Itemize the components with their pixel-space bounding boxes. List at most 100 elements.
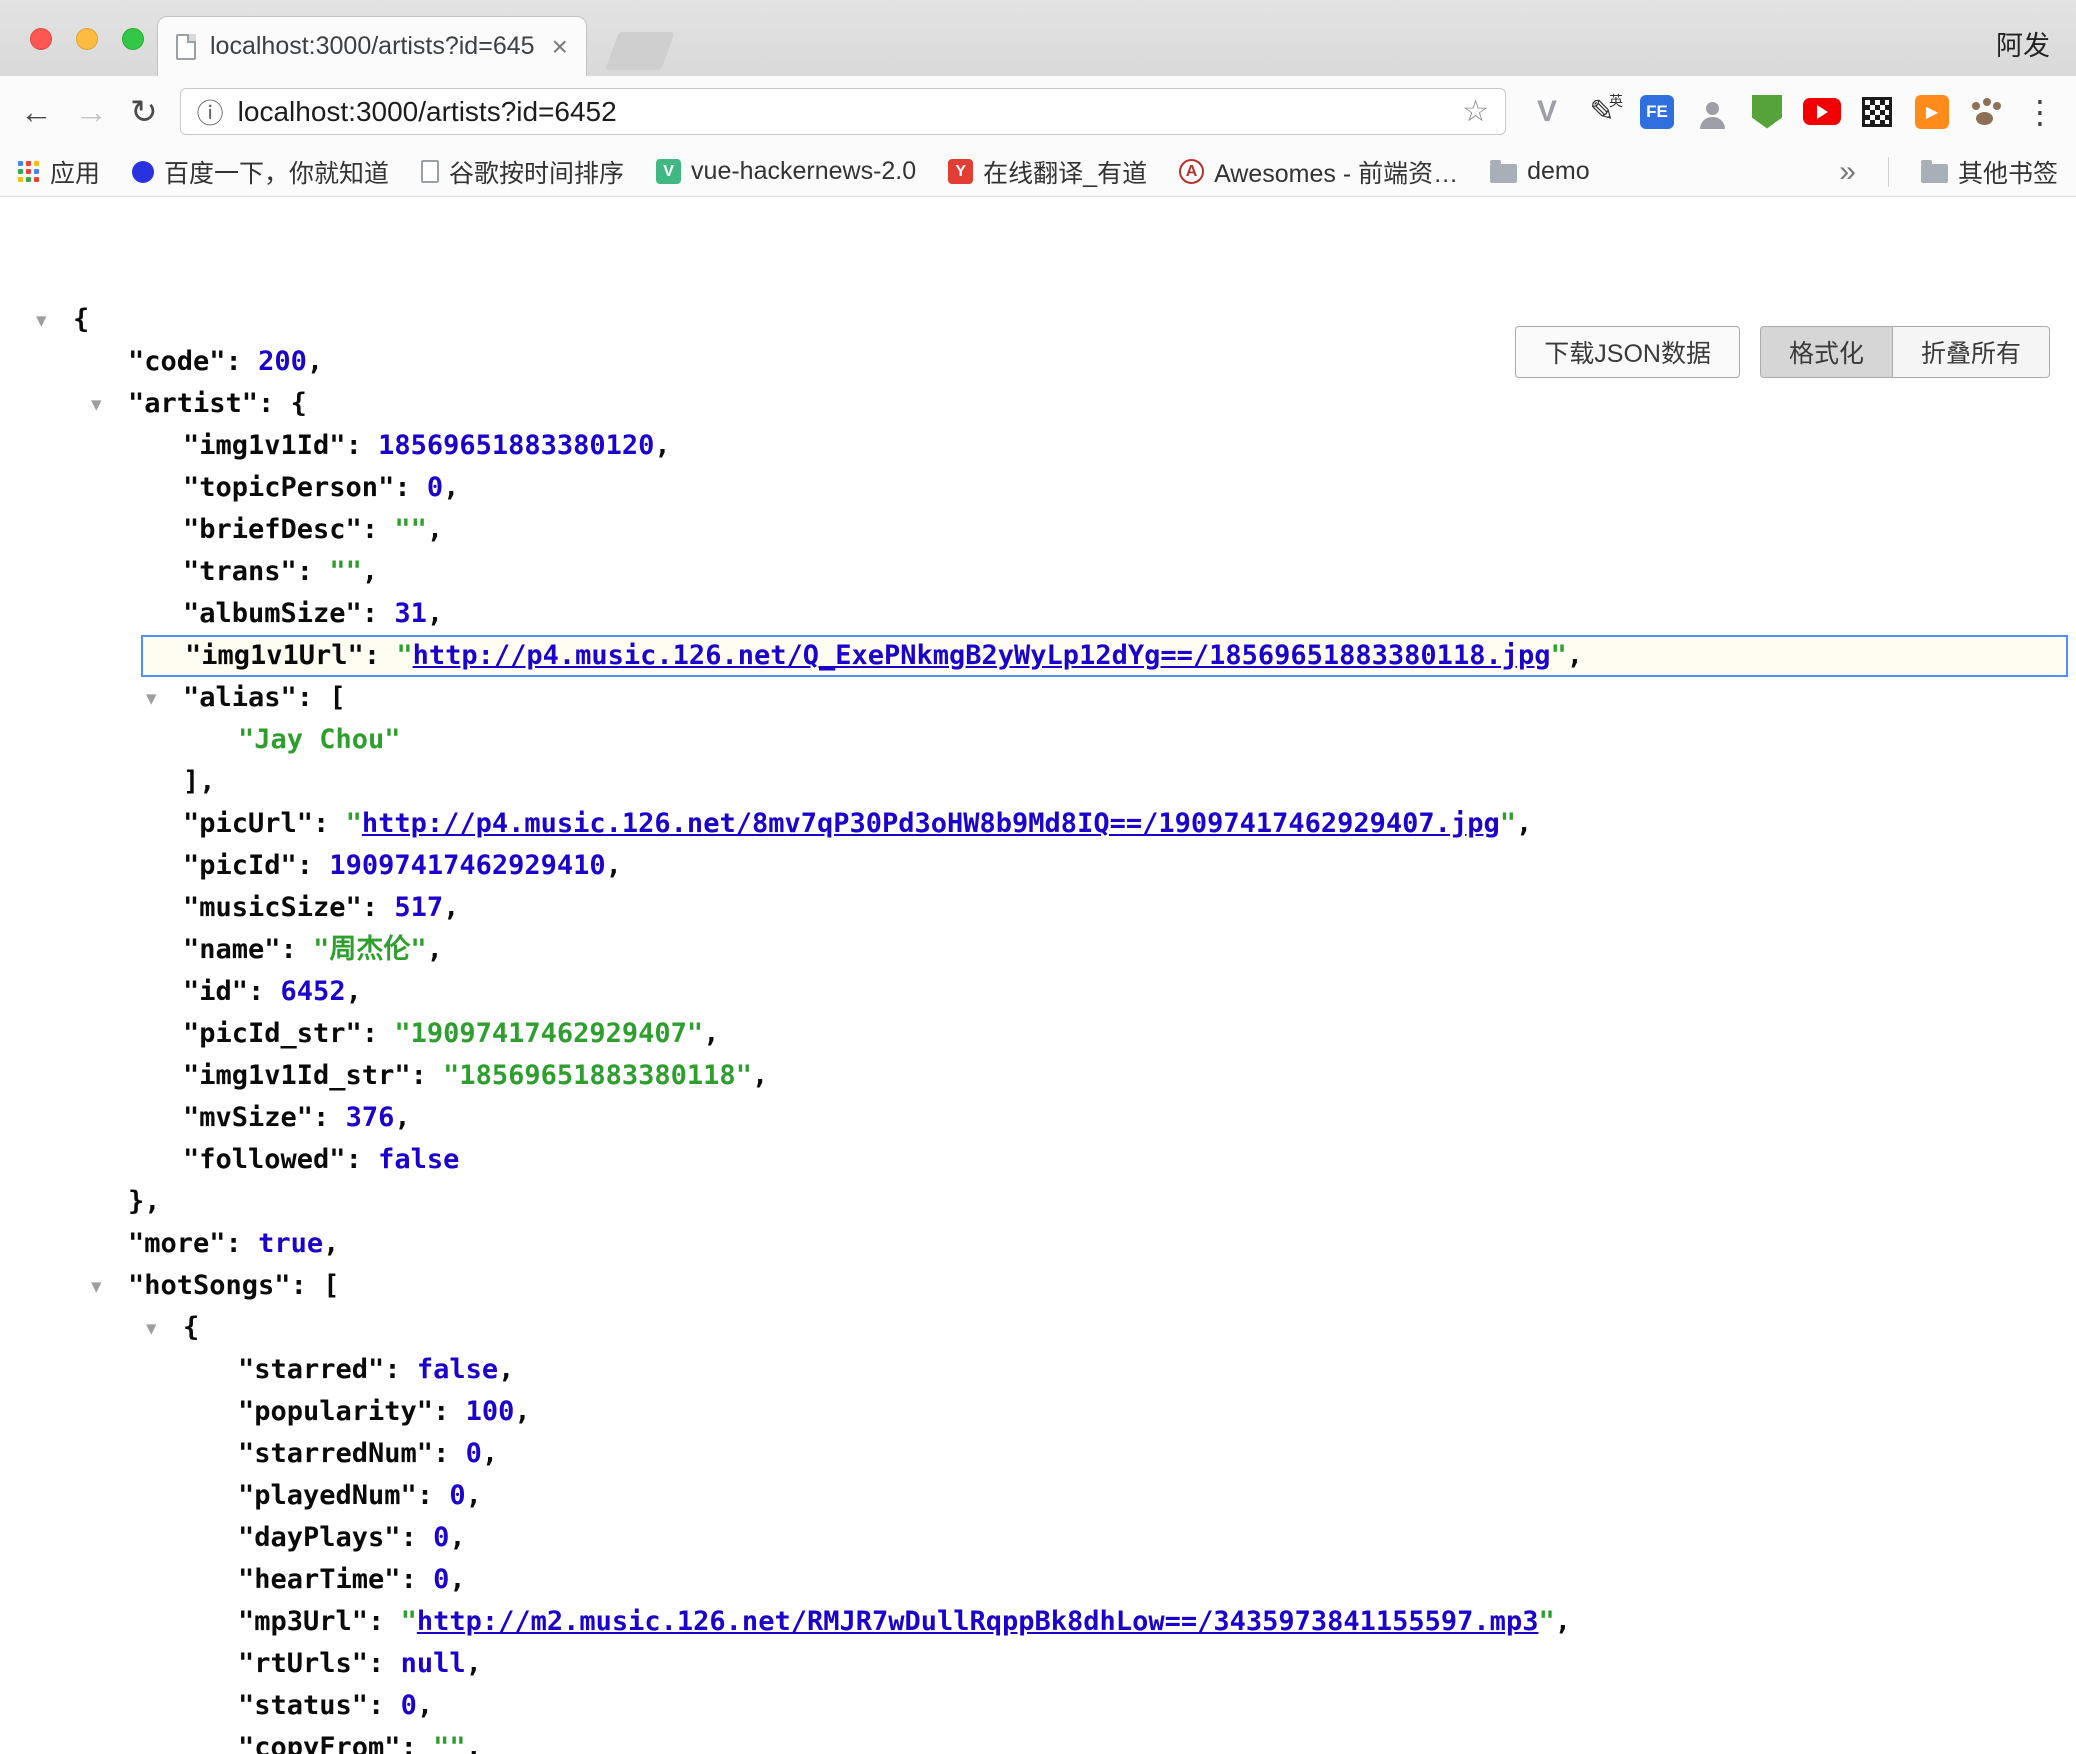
json-url-link[interactable]: http://p4.music.126.net/Q_ExePNkmgB2yWyL… xyxy=(413,640,1551,671)
vimium-extension-icon[interactable]: V xyxy=(1528,93,1566,131)
collapse-arrow-icon[interactable]: ▾ xyxy=(91,1265,102,1307)
bookmark-apps[interactable]: 应用 xyxy=(18,154,100,190)
json-punct: : xyxy=(297,850,330,881)
paw-extension-icon[interactable] xyxy=(1968,95,2002,129)
json-punct: : xyxy=(364,640,397,671)
json-line: "picId": 19097417462929410, xyxy=(0,845,2076,887)
json-number: 19097417462929410 xyxy=(329,850,605,881)
browser-tab[interactable]: localhost:3000/artists?id=645 × xyxy=(157,16,587,76)
apps-grid-icon xyxy=(18,161,40,183)
json-number: 6452 xyxy=(281,976,346,1007)
json-number: 0 xyxy=(433,1522,449,1553)
json-punct: , xyxy=(427,598,443,629)
new-tab-button[interactable] xyxy=(605,32,675,70)
json-punct: , xyxy=(346,976,362,1007)
json-punct: , xyxy=(498,1354,514,1385)
bookmark-baidu[interactable]: 百度一下，你就知道 xyxy=(132,154,389,190)
collapse-arrow-icon[interactable]: ▾ xyxy=(36,299,47,341)
window-controls xyxy=(30,28,144,50)
json-string: "周杰伦" xyxy=(313,934,427,965)
address-bar[interactable]: ⓘ localhost:3000/artists?id=6452 ☆ xyxy=(180,88,1506,135)
json-line: "picUrl": "http://p4.music.126.net/8mv7q… xyxy=(0,803,2076,845)
json-punct: , xyxy=(427,514,443,545)
json-line-highlighted: "img1v1Url": "http://p4.music.126.net/Q_… xyxy=(141,635,2068,677)
shield-extension-icon[interactable] xyxy=(1748,93,1786,131)
json-key: "popularity" xyxy=(238,1396,433,1427)
page-content: 下载JSON数据 格式化 折叠所有 ▾{"code": 200,▾"artist… xyxy=(0,299,2076,1754)
json-punct: : xyxy=(384,1354,417,1385)
bookmarks-divider xyxy=(1888,157,1889,187)
collapse-arrow-icon[interactable]: ▾ xyxy=(91,383,102,425)
qr-code-extension-icon[interactable] xyxy=(1858,93,1896,131)
collapse-arrow-icon[interactable]: ▾ xyxy=(146,1307,157,1349)
player-extension-icon[interactable]: ▶ xyxy=(1913,93,1951,131)
bookmark-demo-folder[interactable]: demo xyxy=(1490,157,1590,186)
json-number: 0 xyxy=(427,472,443,503)
bookmark-awesomes[interactable]: A Awesomes - 前端资… xyxy=(1179,154,1458,190)
profile-extension-icon[interactable] xyxy=(1693,93,1731,131)
json-punct: : xyxy=(394,472,427,503)
json-punct: : xyxy=(401,1564,434,1595)
json-string: " xyxy=(346,808,362,839)
json-punct: : xyxy=(411,1060,444,1091)
minimize-window-button[interactable] xyxy=(76,28,98,50)
bookmark-star-icon[interactable]: ☆ xyxy=(1462,94,1489,129)
reload-icon[interactable]: ↻ xyxy=(130,95,158,128)
json-punct: { xyxy=(183,1312,199,1343)
json-line: "picId_str": "19097417462929407", xyxy=(0,1013,2076,1055)
collapse-arrow-icon[interactable]: ▾ xyxy=(146,677,157,719)
json-url-link[interactable]: http://p4.music.126.net/8mv7qP30Pd3oHW8b… xyxy=(362,808,1500,839)
bookmarks-overflow-icon[interactable]: » xyxy=(1839,155,1856,189)
json-number: 0 xyxy=(433,1564,449,1595)
json-key: "hotSongs" xyxy=(128,1270,291,1301)
json-punct: , xyxy=(323,1228,339,1259)
json-punct: , xyxy=(703,1018,719,1049)
json-key: "trans" xyxy=(183,556,297,587)
tab-close-icon[interactable]: × xyxy=(552,33,568,61)
json-punct: , xyxy=(654,430,670,461)
json-punct: , xyxy=(362,556,378,587)
bookmark-vue-hackernews[interactable]: V vue-hackernews-2.0 xyxy=(656,157,916,186)
json-number: 200 xyxy=(258,346,307,377)
json-string: " xyxy=(1500,808,1516,839)
url-input[interactable]: localhost:3000/artists?id=6452 xyxy=(238,96,617,128)
json-punct: : xyxy=(297,682,330,713)
json-key: "playedNum" xyxy=(238,1480,417,1511)
page-info-icon[interactable]: ⓘ xyxy=(197,92,224,131)
json-punct: : xyxy=(313,808,346,839)
bookmark-youdao-translate[interactable]: Y 在线翻译_有道 xyxy=(948,154,1147,190)
json-key: "mvSize" xyxy=(183,1102,313,1133)
json-punct: : xyxy=(401,1732,434,1754)
bookmark-google-sort[interactable]: 谷歌按时间排序 xyxy=(421,154,624,190)
json-key: "topicPerson" xyxy=(183,472,394,503)
fe-extension-icon[interactable]: FE xyxy=(1638,93,1676,131)
json-punct: : xyxy=(226,1228,259,1259)
other-bookmarks-folder[interactable]: 其他书签 xyxy=(1921,154,2058,190)
json-key: "hearTime" xyxy=(238,1564,401,1595)
youtube-extension-icon[interactable] xyxy=(1803,93,1841,131)
json-key: "followed" xyxy=(183,1144,346,1175)
json-url-link[interactable]: http://m2.music.126.net/RMJR7wDullRqppBk… xyxy=(417,1606,1539,1637)
json-string: " xyxy=(396,640,412,671)
json-line: "starred": false, xyxy=(0,1349,2076,1391)
extensions-area: V ✎ 英 FE ▶ xyxy=(1528,93,2002,131)
json-punct: : xyxy=(362,514,395,545)
json-line: ▾{ xyxy=(0,1307,2076,1349)
bookmarks-bar: 应用 百度一下，你就知道 谷歌按时间排序 V vue-hackernews-2.… xyxy=(0,147,2076,197)
json-line: "briefDesc": "", xyxy=(0,509,2076,551)
json-line: "more": true, xyxy=(0,1223,2076,1265)
translate-extension-icon[interactable]: ✎ 英 xyxy=(1583,93,1621,131)
json-punct: : xyxy=(401,1522,434,1553)
json-line: ▾"alias": [ xyxy=(0,677,2076,719)
json-line: "musicSize": 517, xyxy=(0,887,2076,929)
json-string: "19097417462929407" xyxy=(394,1018,703,1049)
close-window-button[interactable] xyxy=(30,28,52,50)
json-punct: : xyxy=(313,1102,346,1133)
fullscreen-window-button[interactable] xyxy=(122,28,144,50)
back-icon[interactable]: ← xyxy=(20,95,53,128)
json-string: "" xyxy=(394,514,427,545)
browser-menu-icon[interactable]: ⋮ xyxy=(2024,96,2056,128)
json-line: "dayPlays": 0, xyxy=(0,1517,2076,1559)
json-key: "img1v1Url" xyxy=(185,640,364,671)
json-punct: , xyxy=(514,1396,530,1427)
